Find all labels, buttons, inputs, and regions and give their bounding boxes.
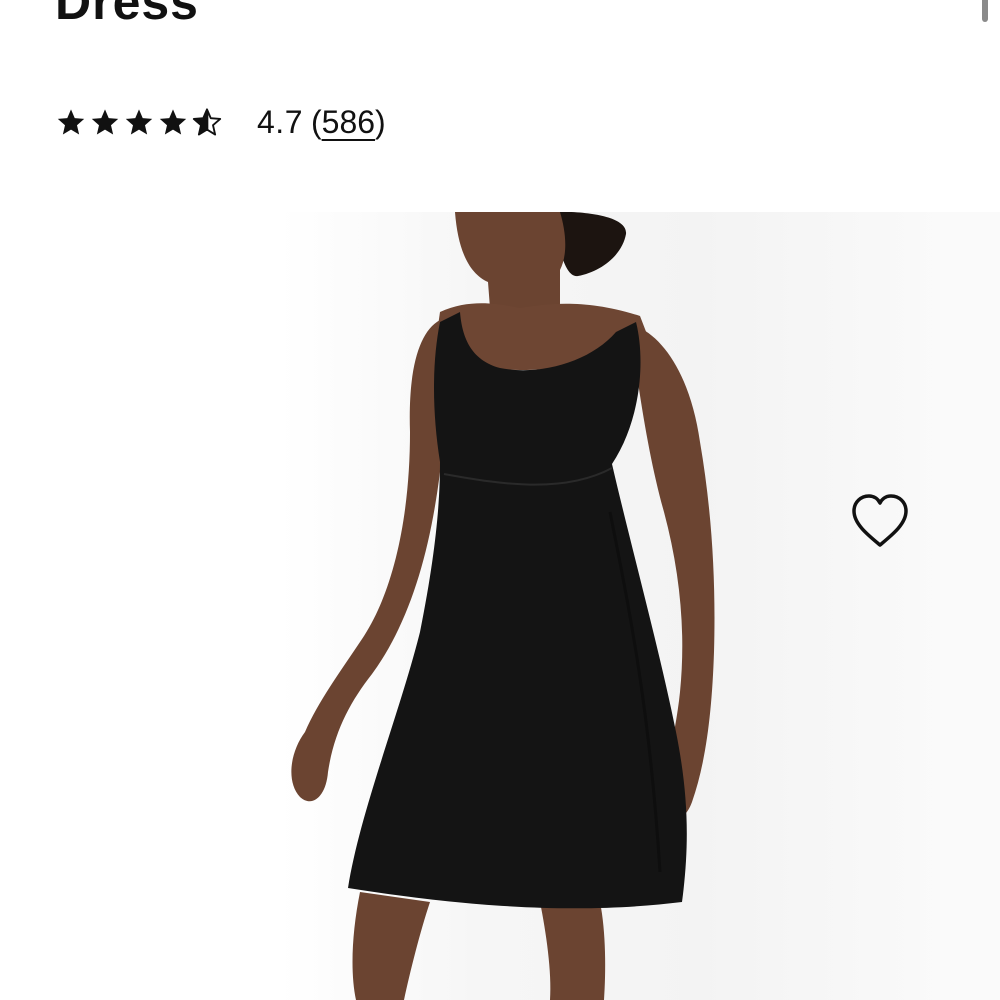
rating-value: 4.7 [257, 103, 303, 140]
star-icon [91, 109, 119, 135]
review-count: (586) [310, 103, 386, 140]
product-title: Dress [55, 0, 199, 30]
star-icon [159, 109, 187, 135]
product-rating: 4.7 (586) [55, 100, 386, 144]
product-page: Dress 4.7 (586) [0, 0, 1000, 1000]
heart-outline-icon[interactable] [848, 490, 912, 554]
star-icon [57, 109, 85, 135]
star-icon [125, 109, 153, 135]
review-count-link[interactable]: 586 [322, 104, 375, 140]
rating-stars [55, 106, 223, 138]
product-image[interactable] [0, 212, 1000, 1000]
star-half-icon [192, 108, 222, 136]
scrollbar-thumb[interactable] [982, 0, 988, 22]
model-wearing-dress-image [291, 212, 715, 1000]
